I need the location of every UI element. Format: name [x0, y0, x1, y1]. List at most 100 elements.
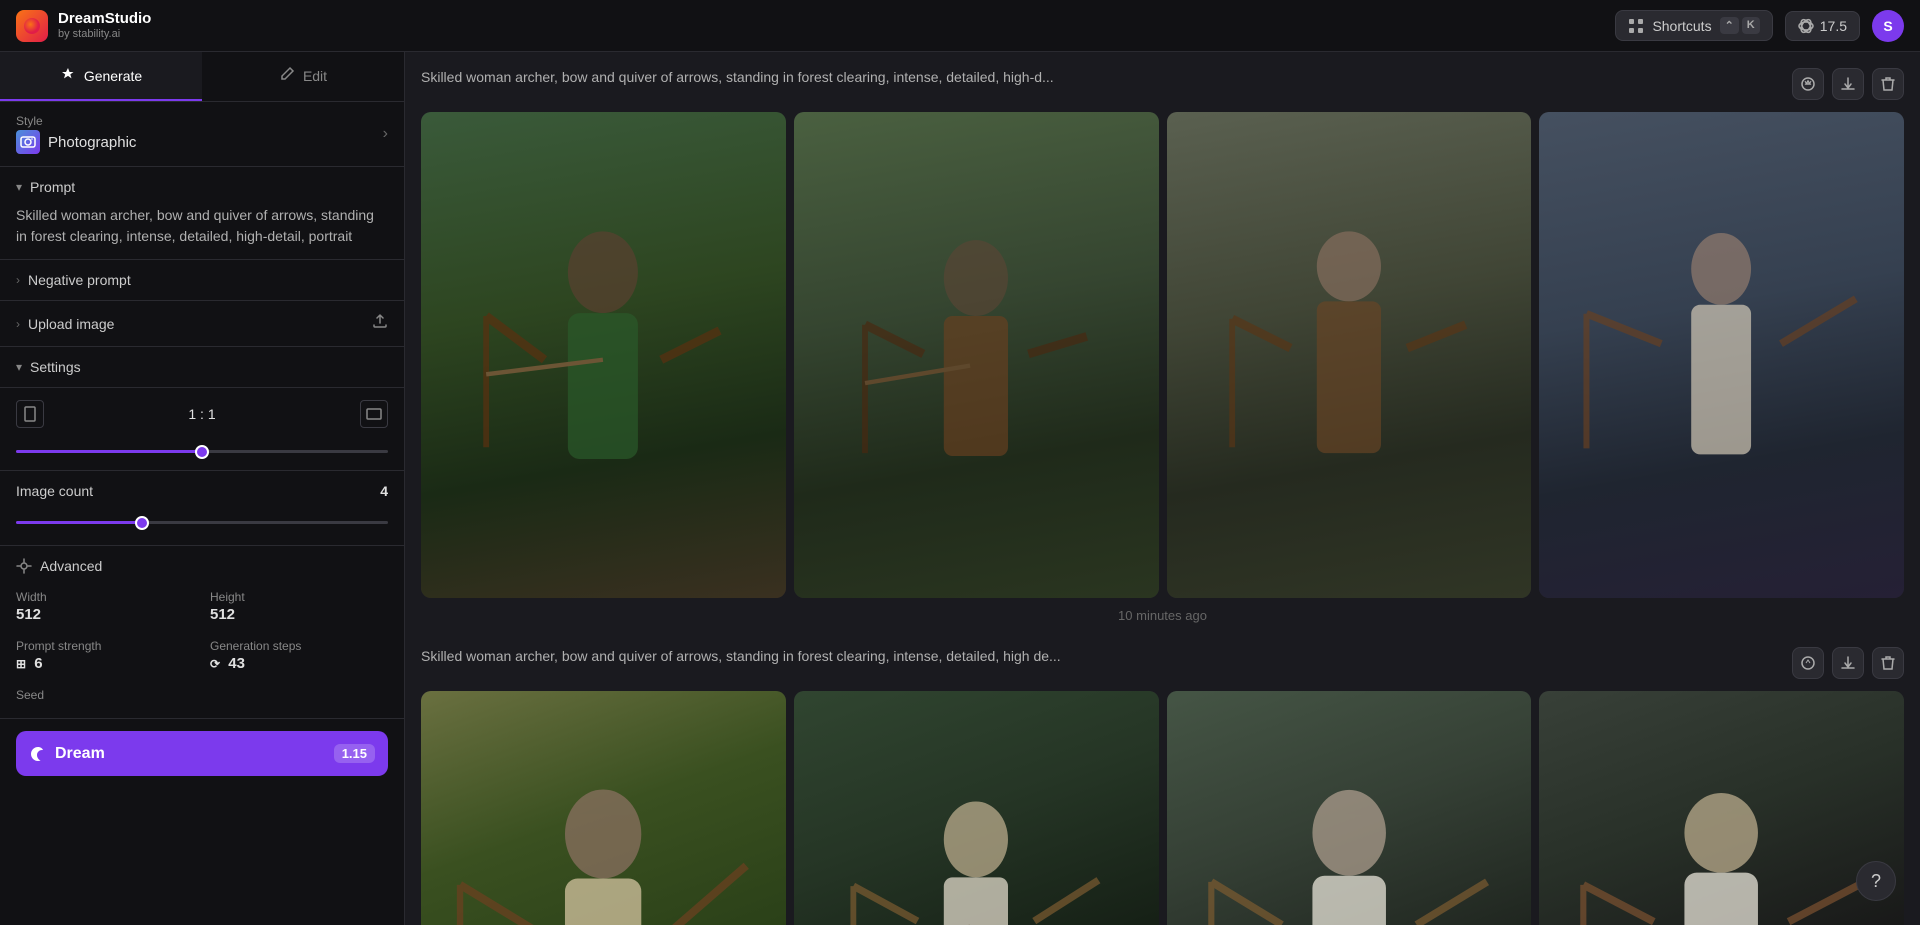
- photographic-icon: [20, 134, 36, 150]
- gen-image-1-2-bg: [794, 112, 1159, 598]
- aspect-ratio-section: 1 : 1: [0, 388, 404, 471]
- gen-image-2-3-bg: [1167, 691, 1532, 925]
- aspect-landscape-icon[interactable]: [360, 400, 388, 428]
- gen-image-2-4[interactable]: [1539, 691, 1904, 925]
- gen-header-2: Skilled woman archer, bow and quiver of …: [421, 647, 1904, 679]
- settings-label: Settings: [30, 359, 81, 375]
- upload-image-section[interactable]: › Upload image: [0, 301, 404, 347]
- archer-silhouette-2: [830, 209, 1122, 598]
- gen-delete-button-2[interactable]: [1872, 647, 1904, 679]
- image-count-slider[interactable]: [16, 521, 388, 524]
- style-label: Style: [16, 114, 136, 128]
- archer-silhouette-3: [1203, 209, 1495, 598]
- archer-silhouette-1: [457, 209, 749, 598]
- generation-steps-label: Generation steps: [210, 639, 388, 653]
- archer-silhouette-4: [1557, 209, 1885, 598]
- topbar: DreamStudio by stability.ai Shortcuts ⌃ …: [0, 0, 1920, 52]
- settings-section: ▾ Settings: [0, 347, 404, 388]
- dream-btn-label: Dream: [55, 745, 105, 763]
- generation-steps-number: 43: [228, 655, 245, 672]
- shortcuts-keys: ⌃ K: [1720, 17, 1760, 34]
- advanced-header[interactable]: Advanced: [16, 558, 388, 574]
- gen-image-2-1[interactable]: [421, 691, 786, 925]
- upload-chevron-icon: ›: [16, 317, 20, 331]
- image-count-section: Image count 4: [0, 471, 404, 546]
- gen-image-2-3[interactable]: [1167, 691, 1532, 925]
- tab-generate[interactable]: Generate: [0, 52, 202, 101]
- gen-image-1-1[interactable]: [421, 112, 786, 598]
- settings-header[interactable]: ▾ Settings: [0, 347, 404, 387]
- width-value: 512: [16, 606, 194, 623]
- aspect-ratio-icons-row: 1 : 1: [16, 400, 388, 428]
- image-count-value: 4: [380, 483, 388, 499]
- gen-header-1: Skilled woman archer, bow and quiver of …: [421, 68, 1904, 100]
- tab-edit-label: Edit: [303, 68, 327, 84]
- gen-images-1: [421, 112, 1904, 598]
- gen-timestamp-1: 10 minutes ago: [421, 608, 1904, 623]
- edit-tab-icon: [279, 66, 295, 85]
- app-name-sub: by stability.ai: [58, 28, 151, 40]
- credits-icon: [1798, 18, 1814, 34]
- height-label: Height: [210, 590, 388, 604]
- dream-btn-left: Dream: [29, 745, 105, 763]
- shortcuts-icon: [1628, 18, 1644, 34]
- prompt-strength-icon: ⊞: [16, 657, 26, 671]
- app-name-main: DreamStudio: [58, 11, 151, 28]
- gen-actions-2: [1792, 647, 1904, 679]
- gen-image-1-4-bg: [1539, 112, 1904, 598]
- image-count-slider-container: [16, 507, 388, 533]
- negative-prompt-label: Negative prompt: [28, 272, 131, 288]
- delete-icon-1: [1881, 76, 1895, 92]
- gen-image-1-4[interactable]: [1539, 112, 1904, 598]
- shortcuts-button[interactable]: Shortcuts ⌃ K: [1615, 10, 1772, 41]
- gen-image-1-1-bg: [421, 112, 786, 598]
- width-label: Width: [16, 590, 194, 604]
- neg-prompt-chevron-icon: ›: [16, 273, 20, 287]
- credits-badge: 17.5: [1785, 11, 1860, 41]
- archer-silhouette-8: [1568, 764, 1874, 925]
- gen-refresh-button-1[interactable]: [1792, 68, 1824, 100]
- dream-icon: [29, 745, 47, 763]
- help-button[interactable]: ?: [1856, 861, 1896, 901]
- image-count-label: Image count: [16, 483, 93, 499]
- refresh-icon-2: [1800, 655, 1816, 671]
- upload-label: Upload image: [28, 316, 114, 332]
- sidebar-tabs: Generate Edit: [0, 52, 404, 102]
- user-avatar[interactable]: S: [1872, 10, 1904, 42]
- prompt-strength-label: Prompt strength: [16, 639, 194, 653]
- gen-actions-1: [1792, 68, 1904, 100]
- style-header[interactable]: Style Photographic ›: [0, 102, 404, 166]
- gen-image-1-3[interactable]: [1167, 112, 1532, 598]
- app-logo: [16, 10, 48, 42]
- aspect-ratio-slider[interactable]: [16, 450, 388, 453]
- style-chevron-icon: ›: [383, 125, 388, 143]
- negative-prompt-header[interactable]: › Negative prompt: [16, 272, 388, 288]
- upload-button-icon[interactable]: [372, 313, 388, 334]
- generation-group-1: Skilled woman archer, bow and quiver of …: [421, 68, 1904, 623]
- gen-refresh-button-2[interactable]: [1792, 647, 1824, 679]
- style-value: Photographic: [16, 130, 136, 154]
- generation-steps-field: Generation steps ⟳ 43: [210, 639, 388, 672]
- gen-image-2-2[interactable]: [794, 691, 1159, 925]
- dream-btn-container: Dream 1.15: [0, 719, 404, 788]
- tab-generate-label: Generate: [84, 68, 142, 84]
- gen-download-button-1[interactable]: [1832, 68, 1864, 100]
- negative-prompt-section: › Negative prompt: [0, 260, 404, 301]
- prompt-strength-number: 6: [34, 655, 42, 672]
- upload-left: › Upload image: [16, 316, 114, 332]
- archer-silhouette-7: [1196, 764, 1502, 925]
- gen-download-button-2[interactable]: [1832, 647, 1864, 679]
- seed-field: Seed: [16, 688, 388, 702]
- gen-delete-button-1[interactable]: [1872, 68, 1904, 100]
- aspect-portrait-icon[interactable]: [16, 400, 44, 428]
- key-k: K: [1742, 17, 1760, 34]
- prompt-label: Prompt: [30, 179, 75, 195]
- advanced-section: Advanced Width 512 Height 512 Prompt str…: [0, 546, 404, 719]
- prompt-header[interactable]: ▾ Prompt: [16, 179, 388, 195]
- tab-edit[interactable]: Edit: [202, 52, 404, 101]
- credits-value: 17.5: [1820, 18, 1847, 34]
- main-layout: Generate Edit Style: [0, 52, 1920, 925]
- prompt-textarea[interactable]: Skilled woman archer, bow and quiver of …: [16, 205, 388, 247]
- dream-button[interactable]: Dream 1.15: [16, 731, 388, 776]
- gen-image-1-2[interactable]: [794, 112, 1159, 598]
